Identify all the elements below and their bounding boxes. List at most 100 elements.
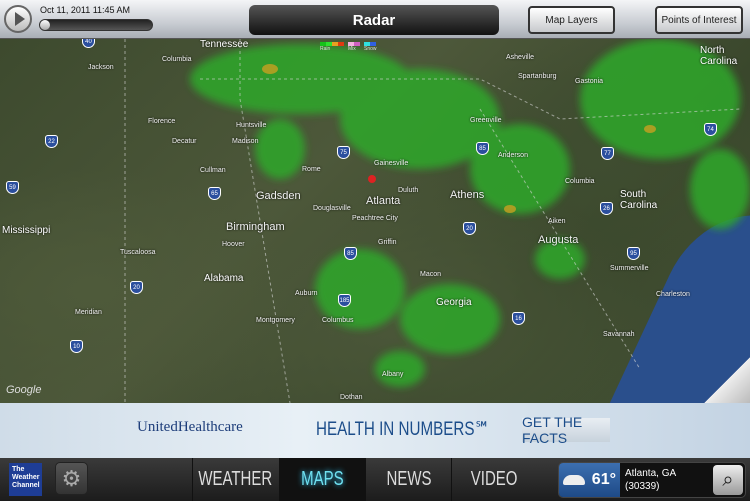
city-label: Columbia	[565, 178, 595, 185]
interstate-shield: 95	[627, 247, 640, 260]
legend-mix: Mix	[348, 46, 356, 52]
city-label: Charleston	[656, 291, 690, 298]
radar-cell-heavy	[504, 205, 516, 213]
page-title: Radar	[249, 5, 499, 35]
location-text: Atlanta, GA (30339)	[625, 467, 676, 493]
state-label: Mississippi	[2, 225, 51, 236]
city-label: Columbia	[162, 56, 192, 63]
city-label: Peachtree City	[352, 215, 398, 222]
interstate-shield: 26	[600, 202, 613, 215]
current-location-widget[interactable]: 61° Atlanta, GA (30339) ⌕	[558, 462, 746, 498]
city-label: Madison	[232, 138, 259, 145]
ad-banner[interactable]: UnitedHealthcare HEALTH IN NUMBERS℠ GET …	[0, 403, 750, 458]
city-label: Aiken	[548, 218, 566, 225]
interstate-shield: 20	[130, 281, 143, 294]
city-label: Augusta	[538, 234, 579, 246]
city-label: Decatur	[172, 138, 197, 145]
state-label: South Carolina	[620, 189, 658, 211]
legend-rain: Rain	[320, 46, 331, 52]
temperature: 61°	[591, 471, 616, 488]
city-label: Gainesville	[374, 160, 409, 167]
city-label: Albany	[382, 371, 404, 378]
city-label: Montgomery	[256, 317, 295, 324]
city-label: Huntsville	[236, 122, 267, 129]
legend-snow: Snow	[364, 46, 377, 52]
ad-cta-button[interactable]: GET THE FACTS	[522, 414, 610, 446]
top-toolbar: Oct 11, 2011 11:45 AM Radar Map Layers P…	[0, 0, 750, 39]
radar-timestamp: Oct 11, 2011 11:45 AM	[40, 5, 131, 15]
city-label: Duluth	[398, 187, 419, 194]
state-label: Georgia	[436, 297, 472, 308]
play-button[interactable]	[4, 5, 32, 33]
city-label: Meridian	[75, 309, 102, 316]
city-label: Savannah	[603, 331, 635, 338]
points-of-interest-button[interactable]: Points of Interest	[655, 6, 743, 34]
city-label: Cullman	[200, 167, 226, 174]
location-name: Atlanta, GA	[625, 468, 677, 479]
timeline-slider[interactable]	[39, 19, 153, 31]
city-label: Auburn	[295, 290, 318, 297]
interstate-shield: 59	[6, 181, 19, 194]
location-zip: (30339)	[625, 481, 660, 492]
radar-cell	[400, 284, 500, 354]
weather-channel-logo[interactable]: The Weather Channel	[9, 463, 42, 496]
city-label: Macon	[420, 271, 442, 278]
state-label: Alabama	[204, 273, 244, 284]
radar-cell	[375, 351, 425, 387]
tab-maps[interactable]: MAPS	[279, 458, 365, 501]
interstate-shield: 185	[338, 294, 351, 307]
city-label: Rome	[302, 166, 321, 173]
city-label: Griffin	[378, 239, 397, 246]
city-label: Hoover	[222, 241, 245, 248]
search-icon[interactable]: ⌕	[713, 465, 743, 495]
google-logo: Google	[6, 384, 42, 396]
interstate-shield: 85	[476, 142, 489, 155]
interstate-shield: 75	[337, 146, 350, 159]
city-label: Anderson	[498, 152, 528, 159]
city-label: Atlanta	[366, 195, 401, 207]
location-pin[interactable]	[368, 175, 376, 183]
interstate-shield: 22	[45, 135, 58, 148]
interstate-shield: 16	[512, 312, 525, 325]
interstate-shield: 20	[463, 222, 476, 235]
radar-map[interactable]: Rain Mix Snow Tennessee Mississippi Alab…	[0, 39, 750, 403]
current-conditions: 61°	[559, 463, 620, 497]
cloudy-icon	[563, 475, 585, 485]
state-label: North Carolina	[700, 45, 738, 67]
interstate-shield: 74	[704, 123, 717, 136]
radar-cell-heavy	[262, 64, 278, 74]
city-label: Athens	[450, 189, 485, 201]
tab-weather[interactable]: WEATHER	[192, 458, 278, 501]
city-label: Spartanburg	[518, 73, 557, 80]
city-label: Columbus	[322, 317, 354, 324]
radar-cell	[690, 149, 750, 229]
city-label: Greenville	[470, 117, 502, 124]
city-label: Dothan	[340, 394, 363, 401]
interstate-shield: 10	[70, 340, 83, 353]
state-label: Tennessee	[200, 39, 249, 50]
interstate-shield: 85	[344, 247, 357, 260]
city-label: Jackson	[88, 64, 114, 71]
settings-gear-icon[interactable]: ⚙	[55, 462, 88, 495]
interstate-shield: 65	[208, 187, 221, 200]
slider-knob[interactable]	[40, 20, 50, 30]
tab-news[interactable]: NEWS	[365, 458, 451, 501]
ad-headline: HEALTH IN NUMBERS℠	[316, 419, 490, 440]
city-label: Gastonia	[575, 78, 604, 85]
city-label: Asheville	[506, 54, 535, 61]
page-curl[interactable]	[704, 357, 750, 403]
city-label: Summerville	[610, 265, 649, 272]
city-label: Gadsden	[256, 190, 301, 202]
radar-legend: Rain Mix Snow	[320, 42, 377, 52]
interstate-shield: 77	[601, 147, 614, 160]
radar-cell-heavy	[644, 125, 656, 133]
city-label: Douglasville	[313, 205, 351, 212]
city-label: Tuscaloosa	[120, 249, 156, 256]
city-label: Florence	[148, 118, 176, 125]
ad-brand: UnitedHealthcare	[137, 419, 243, 435]
radar-cell	[470, 124, 570, 214]
tab-video[interactable]: VIDEO	[451, 458, 537, 501]
map-layers-button[interactable]: Map Layers	[528, 6, 615, 34]
bottom-nav: The Weather Channel ⚙ WEATHER MAPS NEWS …	[0, 458, 750, 501]
city-label: Birmingham	[226, 221, 285, 233]
